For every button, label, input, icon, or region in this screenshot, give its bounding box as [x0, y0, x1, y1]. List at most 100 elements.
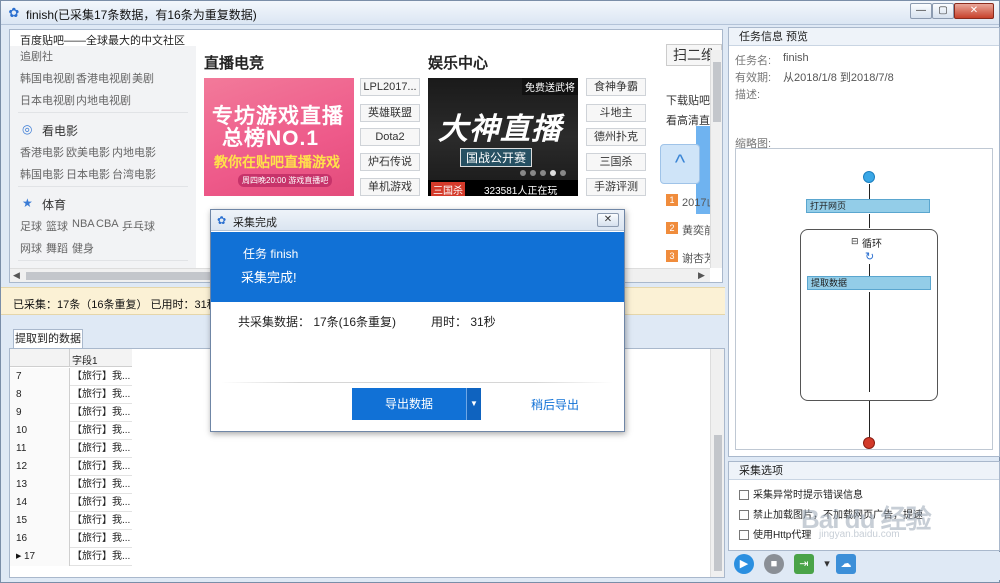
checkbox[interactable]	[739, 510, 749, 521]
carousel-dot[interactable]	[530, 170, 536, 176]
sidebar-link[interactable]: NBA	[72, 218, 95, 230]
sidebar-link[interactable]: 日本电影	[66, 166, 110, 182]
start-node-icon	[863, 171, 875, 183]
vertical-scrollbar[interactable]	[710, 50, 722, 268]
sidebar-link[interactable]: 香港电影	[20, 144, 64, 160]
cell-value[interactable]: 【旅行】我...	[72, 440, 130, 457]
tag-button[interactable]: 单机游戏	[360, 178, 420, 196]
tag-button[interactable]: 德州扑克	[586, 128, 646, 146]
tag-button[interactable]: 斗地主	[586, 104, 646, 122]
sidebar-link[interactable]: 韩国电影	[20, 166, 64, 182]
table-row[interactable]: 9 【旅行】我...	[10, 404, 132, 422]
checkbox[interactable]	[739, 530, 749, 541]
sidebar-link[interactable]: 香港电视剧	[76, 70, 131, 86]
table-row[interactable]: 7 【旅行】我...	[10, 368, 132, 386]
column-header[interactable]: 字段1	[72, 352, 98, 367]
sidebar-link[interactable]: 内地电影	[112, 144, 156, 160]
tag-button[interactable]: 英雄联盟	[360, 104, 420, 122]
sidebar-link[interactable]: 篮球	[46, 218, 68, 234]
sidebar-link[interactable]: CBA	[96, 218, 119, 230]
cell-value[interactable]: 【旅行】我...	[72, 494, 130, 511]
tag-button[interactable]: 三国杀	[586, 153, 646, 171]
baidu-watermark: Bai du 经验 jingyan.baidu.com	[801, 497, 991, 547]
table-row[interactable]: 11 【旅行】我...	[10, 440, 132, 458]
table-row[interactable]: 8 【旅行】我...	[10, 386, 132, 404]
export-dropdown-button[interactable]: ▼	[466, 388, 481, 420]
live-banner[interactable]: 专坊游戏直播 总榜NO.1 教你在贴吧直播游戏 周四晚20:00 游戏直播吧	[204, 78, 354, 196]
dialog-close-button[interactable]: ✕	[597, 213, 619, 227]
cell-value[interactable]: 【旅行】我...	[72, 458, 130, 475]
close-button[interactable]: ✕	[954, 3, 994, 19]
tag-button[interactable]: Dota2	[360, 128, 420, 146]
row-number: 7	[10, 368, 70, 386]
sidebar-heading[interactable]: 看电影	[42, 122, 78, 139]
scroll-thumb[interactable]	[714, 435, 722, 571]
cell-value[interactable]: 【旅行】我...	[72, 368, 130, 385]
divider	[18, 186, 188, 187]
tag-button[interactable]: 食神争霸	[586, 78, 646, 96]
scroll-left-icon[interactable]: ◀	[13, 270, 20, 281]
tag-button[interactable]: LPL2017...	[360, 78, 420, 96]
sidebar-link[interactable]: 韩国电视剧	[20, 70, 75, 86]
sidebar-heading[interactable]: 体育	[42, 196, 66, 213]
cell-value[interactable]: 【旅行】我...	[72, 530, 130, 547]
cell-value[interactable]: 【旅行】我...	[72, 422, 130, 439]
table-row[interactable]: 13 【旅行】我...	[10, 476, 132, 494]
scroll-top-button[interactable]: ^	[660, 144, 700, 184]
entertainment-banner[interactable]: 免费送武将 大神直播 国战公开赛 三国杀 323581人正在玩	[428, 78, 578, 196]
table-row[interactable]: 14 【旅行】我...	[10, 494, 132, 512]
sidebar-link[interactable]: 足球	[20, 218, 42, 234]
carousel-dot[interactable]	[560, 170, 566, 176]
export-icon[interactable]: ⇥	[794, 554, 814, 574]
table-row[interactable]: 15 【旅行】我...	[10, 512, 132, 530]
carousel-dot[interactable]	[520, 170, 526, 176]
table-row[interactable]: 12 【旅行】我...	[10, 458, 132, 476]
cell-value[interactable]: 【旅行】我...	[72, 386, 130, 403]
row-number: 10	[10, 422, 70, 440]
cell-value[interactable]: 【旅行】我...	[72, 512, 130, 529]
grid-scrollbar[interactable]	[710, 349, 724, 577]
sidebar-link[interactable]: 欧美电影	[66, 144, 110, 160]
sidebar-link[interactable]: 美剧	[132, 70, 154, 86]
checkbox[interactable]	[739, 490, 749, 501]
tag-button[interactable]: 手游评测	[586, 178, 646, 196]
tag-button[interactable]: 炉石传说	[360, 153, 420, 171]
export-data-button[interactable]: 导出数据	[352, 388, 466, 420]
upload-cloud-icon[interactable]: ☁	[836, 554, 856, 574]
sidebar-link[interactable]: 内地电视剧	[76, 92, 131, 108]
done-message: 采集完成!	[241, 270, 297, 285]
table-row[interactable]: 16 【旅行】我...	[10, 530, 132, 548]
cell-value[interactable]: 【旅行】我...	[72, 476, 130, 493]
sidebar-link[interactable]: 舞蹈	[46, 240, 68, 256]
stop-icon[interactable]: ■	[764, 554, 784, 574]
bottom-toolbar: ▶ ■ ⇥ ▾ ☁	[728, 552, 1000, 580]
app-logo-icon: ✿	[8, 5, 20, 20]
sidebar-link[interactable]: 乒乓球	[122, 218, 155, 234]
banner-text: 总榜NO.1	[222, 127, 320, 150]
cell-value[interactable]: 【旅行】我...	[72, 404, 130, 421]
cell-value[interactable]: 【旅行】我...	[72, 548, 130, 565]
workflow-thumbnail[interactable]: 打开网页 ⊟ 循环 ↻ 提取数据	[735, 148, 993, 450]
sidebar-link[interactable]: 追剧社	[20, 48, 53, 64]
flow-step-extract-data[interactable]: 提取数据	[807, 276, 931, 290]
sidebar-link[interactable]: 日本电视剧	[20, 92, 75, 108]
collapse-icon[interactable]: ⊟	[851, 236, 859, 247]
export-later-link[interactable]: 稍后导出	[531, 396, 579, 413]
sidebar-link[interactable]: 台湾电影	[112, 166, 156, 182]
sidebar-link[interactable]: 健身	[72, 240, 94, 256]
maximize-button[interactable]: ▢	[932, 3, 954, 19]
minimize-button[interactable]: —	[910, 3, 932, 19]
carousel-dot[interactable]	[540, 170, 546, 176]
play-icon[interactable]: ▶	[734, 554, 754, 574]
scroll-thumb[interactable]	[713, 62, 721, 122]
tab-extracted-data[interactable]: 提取到的数据	[13, 329, 83, 349]
table-row[interactable]: 17 ▶ 【旅行】我...	[10, 548, 132, 566]
flow-step-open-page[interactable]: 打开网页	[806, 199, 930, 213]
table-row[interactable]: 10 【旅行】我...	[10, 422, 132, 440]
carousel-dot[interactable]	[550, 170, 556, 176]
task-name-label: 任务名:	[735, 55, 772, 67]
chevron-down-icon[interactable]: ▾	[822, 554, 832, 574]
loop-container[interactable]: ⊟ 循环 ↻ 提取数据	[800, 229, 938, 401]
scroll-right-icon[interactable]: ▶	[698, 270, 705, 281]
sidebar-link[interactable]: 网球	[20, 240, 42, 256]
